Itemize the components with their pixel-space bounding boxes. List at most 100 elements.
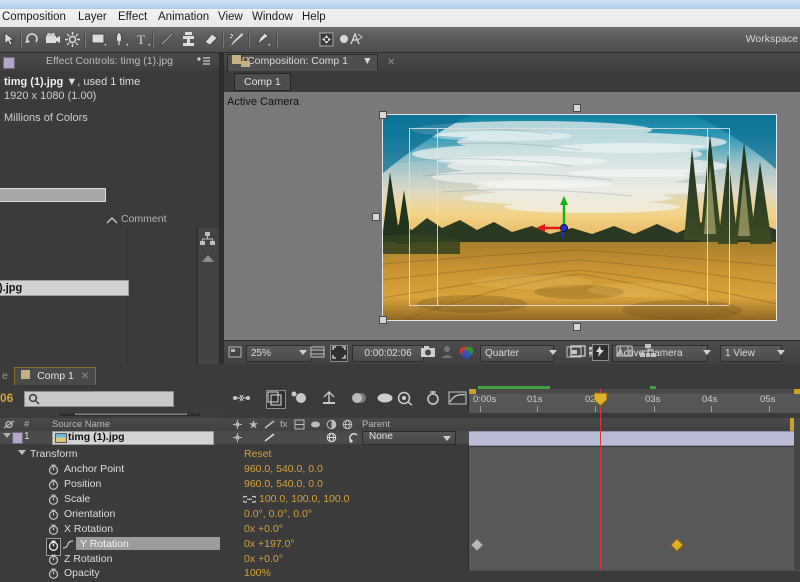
pan-behind-tool-icon[interactable] [64,31,81,48]
stopwatch-icon[interactable] [48,464,59,478]
selection-tool-icon[interactable] [2,31,19,48]
pen-tool-icon[interactable] [112,31,129,48]
transform-expand-arrow-icon[interactable] [18,450,26,455]
tab-timeline-comp1[interactable]: Comp 1 ✕ [14,367,97,385]
comment-column-header[interactable]: Comment [121,213,167,225]
property-value-anchor-point[interactable]: 960.0, 540.0, 0.0 [244,463,323,475]
always-preview-icon[interactable] [228,345,242,360]
pixel-aspect-icon[interactable] [570,344,586,359]
column-header-parent[interactable]: Parent [362,419,390,430]
property-value-y-rotation[interactable]: 0x +197.0° [244,538,295,550]
layer-name-field[interactable]: timg (1).jpg [52,431,214,445]
layer-shy-toggle[interactable] [232,432,243,446]
frame-blending-icon[interactable] [320,390,338,407]
property-value-scale[interactable]: 100.0, 100.0, 100.0 [259,493,350,505]
playhead-handle[interactable] [593,392,608,407]
comp-flowchart-icon[interactable] [640,344,656,359]
menu-item-help[interactable]: Help [302,11,326,23]
effect-source-name[interactable]: timg (1).jpg [4,76,63,88]
timeline-track-row-y-rotation[interactable] [468,537,800,553]
column-header-effects[interactable]: fx [280,419,287,430]
menu-item-window[interactable]: Window [252,11,293,23]
timeline-ruler[interactable]: 0:00s 01s 02s 03s 04s 05s [468,389,800,413]
work-area-end-marker[interactable] [794,389,800,394]
menu-item-layer[interactable]: Layer [78,11,107,23]
layer-duration-bar[interactable] [469,431,800,446]
timeline-track-row[interactable] [468,522,800,538]
resize-handle-top-center[interactable] [573,104,581,112]
panel-menu-icon[interactable] [197,57,211,70]
composition-timecode[interactable]: 0:00:02:06 [352,345,424,362]
motion-blur-icon[interactable] [348,390,366,407]
parent-pickwhip-icon[interactable] [348,432,360,446]
channel-rgb-icon[interactable] [458,345,475,360]
parent-select[interactable]: None [362,431,456,445]
work-area-bar[interactable] [469,389,800,394]
stopwatch-icon[interactable] [48,524,59,538]
eraser-tool-icon[interactable] [202,31,219,48]
type-tool-icon[interactable]: T [134,31,151,48]
stopwatch-icon[interactable] [48,568,59,582]
column-header-source-name[interactable]: Source Name [52,419,110,430]
composition-mini-flowchart-icon[interactable] [232,390,250,407]
timeline-switch-icon[interactable] [616,344,633,359]
shape-tool-icon[interactable] [90,31,107,48]
layer-expand-arrow-icon[interactable] [3,433,11,438]
fast-previews-icon[interactable] [592,344,609,361]
subtab-comp1[interactable]: Comp 1 [234,73,291,91]
column-header-number[interactable]: # [24,419,29,430]
menu-item-effect[interactable]: Effect [118,11,147,23]
property-value-z-rotation[interactable]: 0x +0.0° [244,553,283,565]
keyframe-marker-selected[interactable] [669,537,685,553]
stopwatch-icon[interactable] [48,479,59,493]
search-input[interactable] [24,391,174,407]
effect-slot-field[interactable] [0,188,106,202]
draft-3d-icon[interactable] [266,390,286,409]
playhead-line[interactable] [600,389,601,570]
timeline-current-timecode[interactable]: 06 [0,391,13,405]
source-dropdown-arrow[interactable]: ▼ [66,76,77,88]
resize-handle-bottom-center[interactable] [573,323,581,331]
hierarchy-icon[interactable] [200,232,215,249]
workspace-label[interactable]: Workspace [746,33,798,45]
property-value-x-rotation[interactable]: 0x +0.0° [244,523,283,535]
brainstorm-icon[interactable] [396,390,414,407]
graph-editor-icon[interactable] [448,390,467,407]
project-item-row[interactable]: ).jpg [0,280,129,296]
resize-handle-top-left[interactable] [379,111,387,119]
transform-reset-link[interactable]: Reset [244,448,271,460]
tab-dropdown-arrow[interactable]: ▼ [362,55,372,67]
show-snapshot-icon[interactable] [440,345,454,360]
timeline-track-row[interactable] [468,462,800,478]
composition-viewer[interactable]: Active Camera [224,92,800,340]
timeline-track-row[interactable] [468,566,800,571]
grid-icon[interactable] [348,31,365,48]
hide-shy-layers-icon[interactable] [290,390,308,407]
zoom-level-select[interactable]: 25% [246,345,312,362]
layer-3d-toggle[interactable] [326,432,337,446]
scale-link-icon[interactable] [241,495,258,507]
property-value-opacity[interactable]: 100% [244,567,271,579]
menu-item-animation[interactable]: Animation [158,11,209,23]
align-icon[interactable] [318,31,335,48]
menu-item-view[interactable]: View [218,11,243,23]
stopwatch-icon[interactable] [48,509,59,523]
roto-brush-tool-icon[interactable] [228,31,245,48]
grid-guides-icon[interactable] [310,345,325,360]
menu-item-composition[interactable]: Composition [2,11,66,23]
brush-tool-icon[interactable] [158,31,175,48]
auto-keyframe-icon[interactable] [424,390,442,407]
stopwatch-icon[interactable] [48,494,59,508]
puppet-pin-tool-icon[interactable] [254,31,271,48]
camera-tool-icon[interactable] [44,31,61,48]
layer-color-swatch[interactable] [12,432,23,444]
graph-editor-curve-icon[interactable] [62,540,74,552]
collapse-caret-icon[interactable] [105,216,119,228]
close-icon[interactable]: ✕ [81,371,89,382]
keyframe-marker[interactable] [469,537,485,553]
clone-stamp-tool-icon[interactable] [180,31,197,48]
timeline-track-row[interactable] [468,447,800,463]
scroll-up-arrow-icon[interactable] [202,255,214,262]
timeline-track-row[interactable] [468,492,800,508]
timeline-track-row[interactable] [468,507,800,523]
